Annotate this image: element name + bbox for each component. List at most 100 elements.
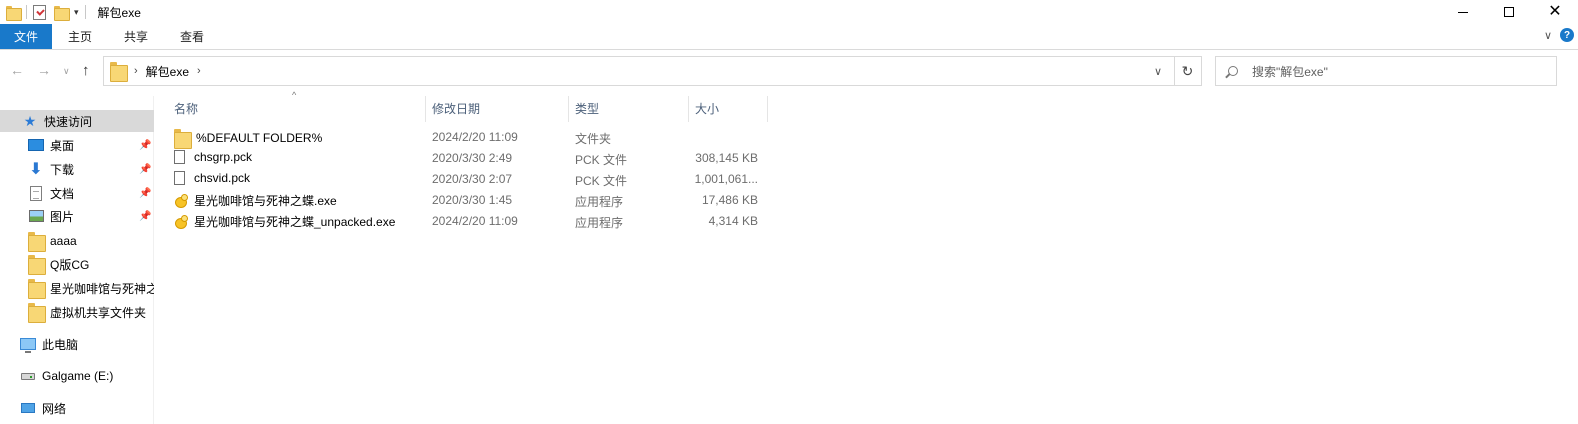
file-name-cell: %DEFAULT FOLDER% — [174, 129, 323, 149]
sidebar-item-drive-e[interactable]: Galgame (E:) — [0, 365, 154, 387]
file-name: 星光咖啡馆与死神之蝶.exe — [194, 194, 337, 208]
file-type: PCK 文件 — [575, 174, 628, 188]
up-arrow-icon[interactable]: ↑ — [82, 62, 90, 79]
expand-ribbon-icon[interactable]: ∨ — [1544, 29, 1552, 42]
search-input[interactable]: 搜索"解包exe" — [1215, 56, 1557, 86]
file-date: 2020/3/30 1:45 — [432, 193, 513, 207]
pin-icon[interactable]: 📌 — [139, 140, 151, 151]
file-name: chsvid.pck — [194, 171, 251, 185]
sidebar-item-label: Q版CG — [50, 257, 90, 272]
column-divider[interactable] — [688, 96, 689, 122]
app-icon — [174, 193, 190, 209]
sidebar-item-this-pc[interactable]: 此电脑 — [0, 333, 154, 355]
picture-icon — [28, 208, 44, 224]
minimize-button[interactable] — [1440, 0, 1486, 24]
sidebar-item-downloads[interactable]: ⬇ 下载 📌 — [0, 158, 154, 180]
file-type: PCK 文件 — [575, 153, 628, 167]
folder-icon — [28, 232, 46, 252]
maximize-button[interactable] — [1486, 0, 1532, 24]
folder-icon — [110, 62, 128, 82]
ribbon-controls: ∨ ? — [1544, 28, 1574, 42]
navigation-pane: ★ 快速访问 桌面 📌 ⬇ 下载 📌 文档 📌 图片 📌 aaaa Q版CG 星… — [0, 96, 154, 424]
column-divider[interactable] — [568, 96, 569, 122]
sidebar-item-label: 下载 — [50, 162, 75, 177]
file-date: 2020/3/30 2:07 — [432, 172, 513, 186]
back-arrow-icon[interactable]: ← — [10, 62, 24, 78]
sidebar-item-label: 图片 — [50, 209, 75, 224]
sidebar-item-desktop[interactable]: 桌面 📌 — [0, 134, 154, 156]
file-row[interactable]: 星光咖啡馆与死神之蝶_unpacked.exe 2024/2/20 11:09 … — [166, 210, 766, 231]
tab-home[interactable]: 主页 — [52, 25, 108, 49]
refresh-button[interactable]: ↻ — [1174, 56, 1202, 86]
folder-icon — [174, 129, 192, 149]
file-name-cell: 星光咖啡馆与死神之蝶.exe — [174, 192, 337, 209]
separator — [26, 5, 27, 19]
sidebar-item-label: Galgame (E:) — [42, 369, 114, 383]
chevron-right-icon[interactable]: › — [134, 65, 138, 77]
sidebar-item-q-cg[interactable]: Q版CG — [0, 253, 154, 275]
forward-arrow-icon[interactable]: → — [37, 62, 51, 78]
star-icon: ★ — [23, 112, 37, 129]
search-placeholder: 搜索"解包exe" — [1252, 64, 1328, 79]
file-name: chsgrp.pck — [194, 150, 253, 164]
column-header-type[interactable]: 类型 — [575, 96, 599, 120]
file-row[interactable]: chsgrp.pck 2020/3/30 2:49 PCK 文件 308,145… — [166, 147, 766, 168]
sidebar-item-documents[interactable]: 文档 📌 — [0, 182, 154, 204]
sidebar-item-vm-shared[interactable]: 虚拟机共享文件夹 — [0, 301, 154, 323]
sidebar-item-label: 虚拟机共享文件夹 — [50, 305, 147, 320]
file-size: 308,145 KB — [695, 151, 758, 165]
sidebar-item-quick-access[interactable]: ★ 快速访问 — [0, 110, 154, 132]
address-history-dropdown-icon[interactable]: ∨ — [1146, 57, 1170, 85]
sidebar-item-label: 文档 — [50, 186, 75, 201]
file-type: 文件夹 — [575, 132, 612, 146]
sidebar-item-label: 桌面 — [50, 138, 75, 153]
pin-icon[interactable]: 📌 — [139, 164, 151, 175]
file-icon — [174, 150, 185, 164]
sidebar-item-starlight-cafe[interactable]: 星光咖啡馆与死神之 — [0, 277, 154, 299]
file-icon — [174, 171, 185, 185]
tab-share[interactable]: 共享 — [108, 25, 164, 49]
sidebar-item-label: 快速访问 — [44, 114, 93, 129]
drive-icon — [20, 368, 36, 384]
recent-locations-icon[interactable]: ∨ — [63, 66, 70, 77]
properties-icon[interactable] — [33, 4, 46, 20]
column-header-name[interactable]: 名称 — [174, 96, 198, 120]
sidebar-item-label: 网络 — [42, 401, 67, 416]
sidebar-item-pictures[interactable]: 图片 📌 — [0, 205, 154, 227]
tab-file[interactable]: 文件 — [0, 24, 52, 49]
file-name: %DEFAULT FOLDER% — [196, 131, 323, 145]
window-title: 解包exe — [97, 5, 141, 20]
pin-icon[interactable]: 📌 — [139, 188, 151, 199]
file-date: 2024/2/20 11:09 — [432, 130, 518, 144]
file-name-cell: chsvid.pck — [174, 171, 250, 185]
computer-icon — [20, 336, 36, 353]
help-icon[interactable]: ? — [1560, 28, 1574, 42]
network-icon — [20, 400, 36, 416]
separator — [84, 5, 86, 19]
column-divider[interactable] — [767, 96, 768, 122]
maximize-icon — [1504, 7, 1514, 17]
breadcrumb-current[interactable]: 解包exe — [146, 63, 189, 80]
file-type: 应用程序 — [575, 216, 624, 230]
address-bar[interactable]: › 解包exe › ∨ — [103, 56, 1175, 86]
column-divider[interactable] — [425, 96, 426, 122]
file-row[interactable]: chsvid.pck 2020/3/30 2:07 PCK 文件 1,001,0… — [166, 168, 766, 189]
close-button[interactable]: ✕ — [1532, 0, 1578, 24]
pin-icon[interactable]: 📌 — [139, 211, 151, 222]
folder-icon[interactable] — [6, 5, 22, 21]
file-row[interactable]: 星光咖啡馆与死神之蝶.exe 2020/3/30 1:45 应用程序 17,48… — [166, 189, 766, 210]
new-folder-icon[interactable] — [54, 5, 70, 21]
refresh-icon: ↻ — [1181, 62, 1194, 79]
tab-view[interactable]: 查看 — [164, 25, 220, 49]
customize-quick-access-icon[interactable]: ▾ — [74, 7, 79, 18]
column-header-size[interactable]: 大小 — [695, 96, 719, 120]
column-header-date[interactable]: 修改日期 — [432, 96, 480, 120]
sidebar-item-aaaa[interactable]: aaaa — [0, 230, 154, 252]
file-row[interactable]: %DEFAULT FOLDER% 2024/2/20 11:09 文件夹 — [166, 126, 766, 149]
file-type: 应用程序 — [575, 195, 624, 209]
sidebar-item-network[interactable]: 网络 — [0, 397, 154, 419]
file-date: 2020/3/30 2:49 — [432, 151, 513, 165]
document-icon — [28, 185, 44, 201]
chevron-right-icon[interactable]: › — [197, 65, 201, 77]
sidebar-item-label: aaaa — [50, 234, 77, 248]
